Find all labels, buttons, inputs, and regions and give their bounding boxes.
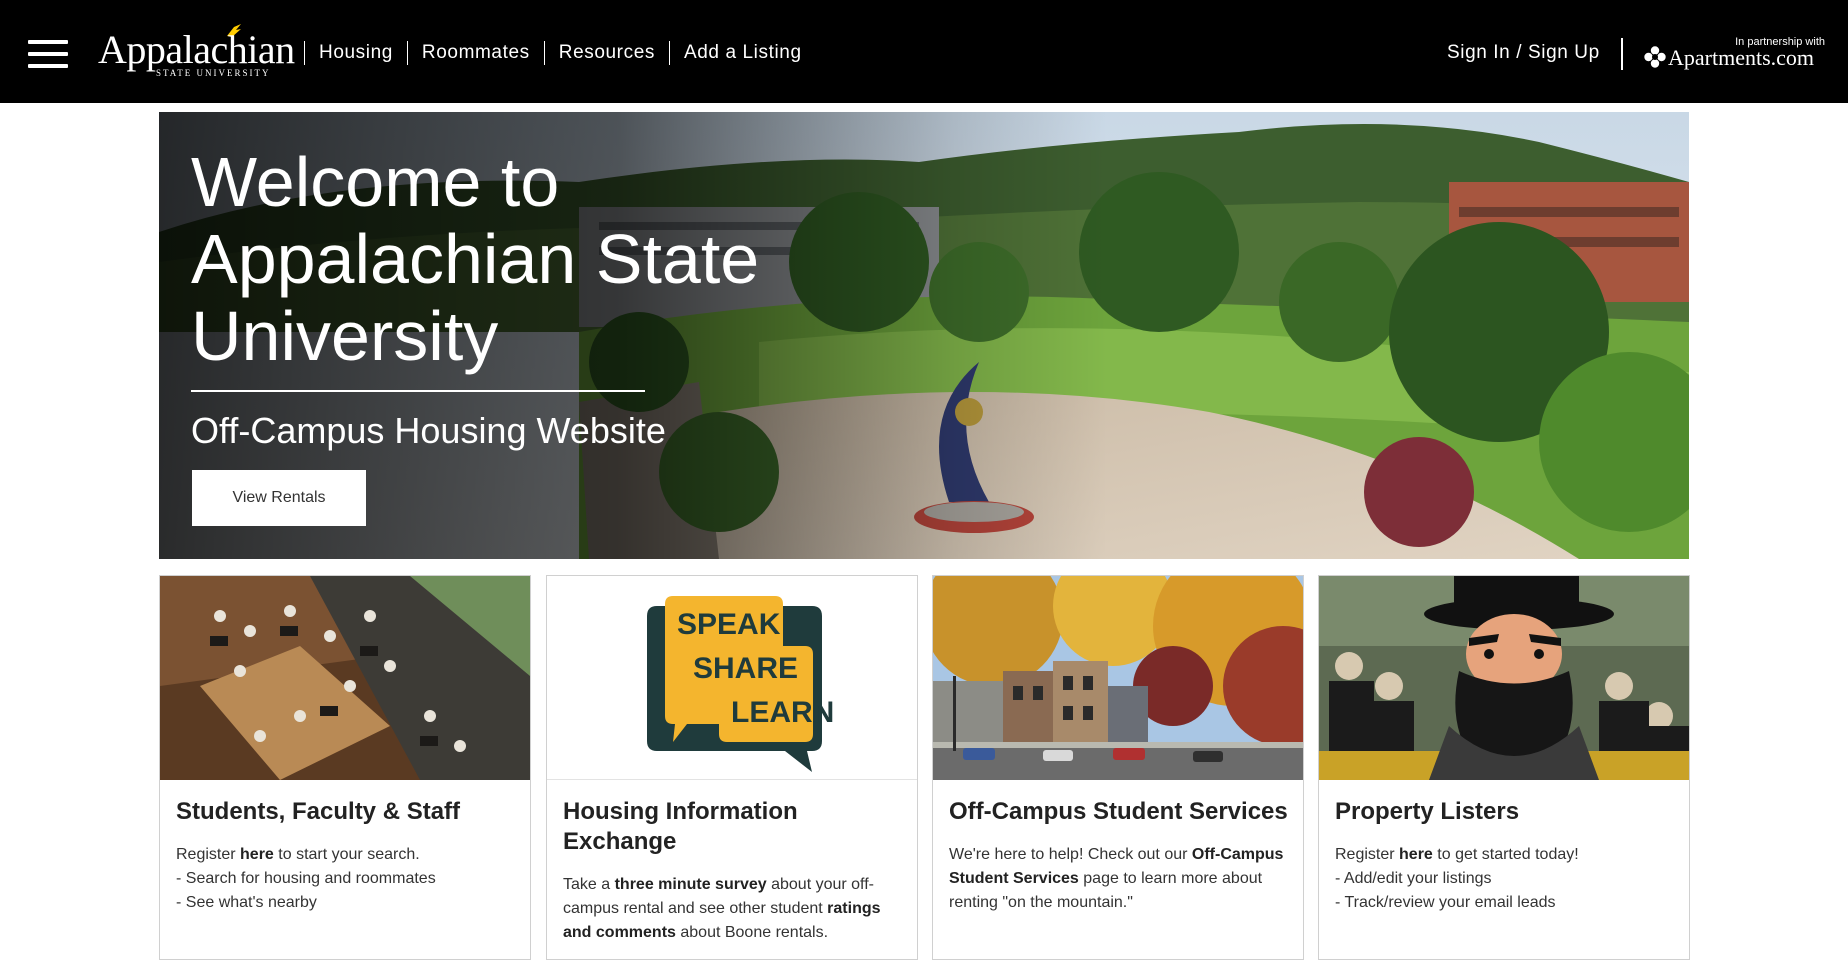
card-description: Register here to get started today! - Ad… — [1335, 843, 1675, 915]
hero-title: Welcome to Appalachian State University — [191, 143, 760, 375]
nav-divider — [668, 41, 670, 65]
site-header: Appalachian STATE UNIVERSITY Housing Roo… — [0, 0, 1848, 103]
card-text: Register — [176, 846, 241, 863]
card-housing-exchange[interactable]: SPEAK SHARE LEARN Housing Information Ex… — [546, 575, 918, 960]
logo-subtitle: STATE UNIVERSITY — [156, 68, 271, 78]
sign-in-link[interactable]: Sign In / Sign Up — [1447, 42, 1600, 64]
card-line: Register here to get started today! — [1335, 843, 1675, 867]
logo-text-speak: SPEAK — [677, 608, 781, 641]
card-image-downtown — [933, 576, 1303, 780]
hero-banner: Welcome to Appalachian State University … — [159, 112, 1689, 559]
card-text: Take a — [563, 876, 615, 893]
card-title: Housing Information Exchange — [563, 798, 798, 855]
card-property-listers[interactable]: Property Listers Register here to get st… — [1318, 575, 1690, 960]
university-logo[interactable]: Appalachian STATE UNIVERSITY — [98, 24, 295, 78]
logo-text-share: SHARE — [693, 652, 798, 685]
nav-divider — [406, 41, 408, 65]
card-text: Register — [1335, 846, 1400, 863]
dining-hall-photo — [160, 576, 530, 780]
card-image-dining — [160, 576, 530, 780]
nav-resources[interactable]: Resources — [559, 42, 655, 64]
hero-subtitle: Off-Campus Housing Website — [191, 410, 666, 451]
survey-link[interactable]: three minute survey — [615, 876, 767, 893]
card-off-campus-services[interactable]: Off-Campus Student Services We're here t… — [932, 575, 1304, 960]
speak-share-learn-logo: SPEAK SHARE LEARN — [647, 596, 834, 772]
partner-brand: Apartments.com — [1668, 45, 1815, 70]
main-nav: Housing Roommates Resources Add a Listin… — [290, 41, 802, 65]
nav-roommates[interactable]: Roommates — [422, 42, 530, 64]
hero-divider — [191, 390, 645, 392]
nav-add-listing[interactable]: Add a Listing — [684, 42, 802, 64]
card-line: - See what's nearby — [176, 894, 317, 911]
card-text: to start your search. — [273, 846, 420, 863]
card-description: We're here to help! Check out our Off-Ca… — [949, 843, 1289, 915]
partner-logo[interactable]: In partnership with Apartments.com — [1643, 34, 1825, 74]
card-image-mascot — [1319, 576, 1689, 780]
card-line: Register here to start your search. — [176, 843, 516, 867]
card-description: Register here to start your search. - Se… — [176, 843, 516, 915]
downtown-boone-photo — [933, 576, 1303, 780]
header-divider — [1621, 38, 1623, 70]
card-description: Take a three minute survey about your of… — [563, 873, 903, 945]
hamburger-bar — [28, 64, 68, 68]
hamburger-bar — [28, 40, 68, 44]
card-title: Off-Campus Student Services — [949, 798, 1288, 825]
logo-wordmark: Appalachian — [98, 27, 295, 72]
card-title: Students, Faculty & Staff — [176, 798, 461, 825]
card-text: about Boone rentals. — [675, 924, 829, 941]
card-line: - Track/review your email leads — [1335, 894, 1556, 911]
card-text: We're here to help! Check out our — [949, 846, 1192, 863]
nav-divider — [304, 41, 305, 65]
apartments-logo-icon — [1644, 46, 1666, 68]
hamburger-bar — [28, 52, 68, 56]
register-link[interactable]: here — [1399, 846, 1433, 863]
card-line: - Add/edit your listings — [1335, 870, 1492, 887]
hamburger-icon[interactable] — [28, 40, 68, 70]
view-rentals-button[interactable]: View Rentals — [192, 470, 366, 526]
nav-housing[interactable]: Housing — [319, 42, 393, 64]
card-line: - Search for housing and roommates — [176, 870, 436, 887]
logo-text-learn: LEARN — [731, 696, 834, 729]
register-link[interactable]: here — [240, 846, 274, 863]
card-text: to get started today! — [1432, 846, 1579, 863]
card-title: Property Listers — [1335, 798, 1520, 825]
nav-divider — [543, 41, 545, 65]
card-image-speak-share-learn: SPEAK SHARE LEARN — [547, 576, 917, 780]
mascot-photo — [1319, 576, 1689, 780]
card-students[interactable]: Students, Faculty & Staff Register here … — [159, 575, 531, 960]
